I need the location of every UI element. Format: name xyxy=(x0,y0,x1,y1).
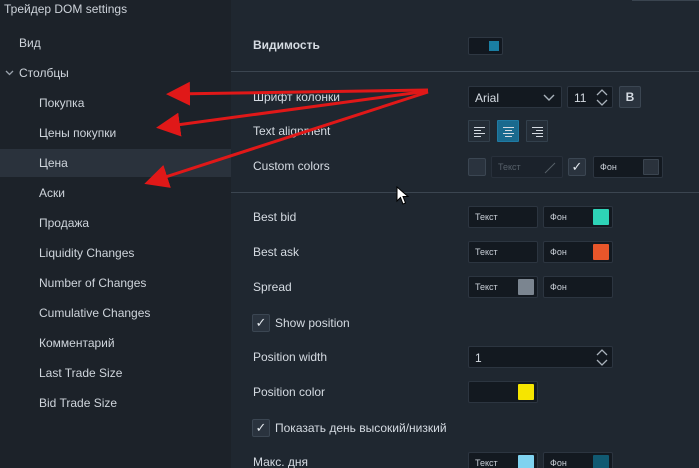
annotation-arrow xyxy=(156,89,429,137)
mouse-cursor-icon xyxy=(396,186,410,205)
annotation-arrow xyxy=(144,90,429,188)
annotation-arrow xyxy=(166,81,429,106)
annotation-arrows xyxy=(144,81,429,188)
